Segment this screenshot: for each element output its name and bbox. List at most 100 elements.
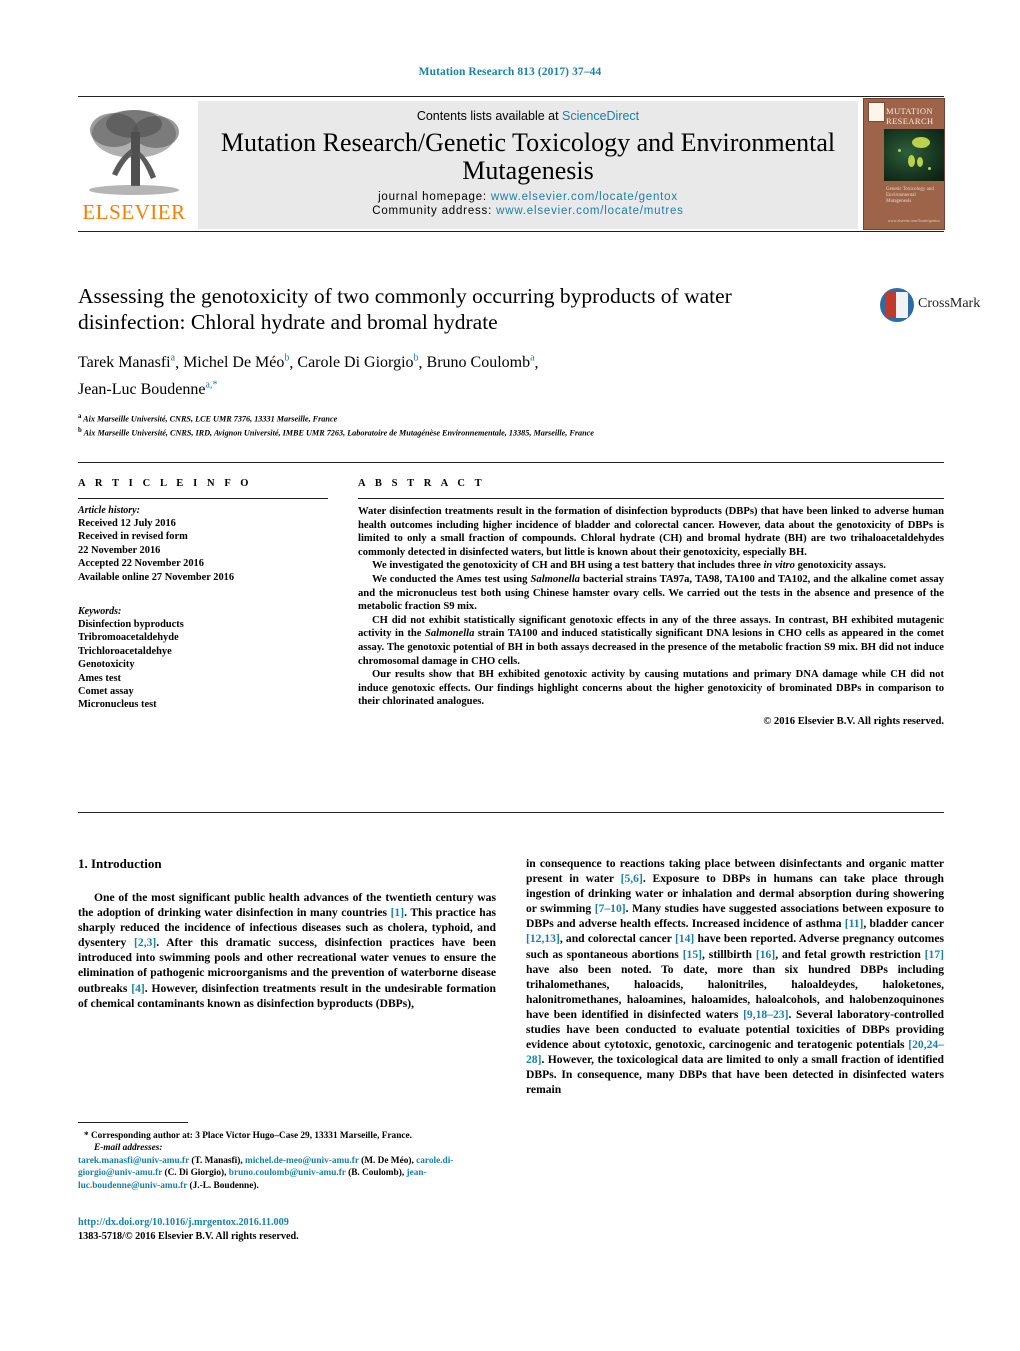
email-link[interactable]: bruno.coulomb@univ-amu.fr	[229, 1168, 346, 1178]
author-affil-marker: b	[284, 353, 290, 364]
author-affil-marker: a	[530, 353, 535, 364]
abstract-paragraph: CH did not exhibit statistically signifi…	[358, 614, 945, 667]
history-item: Accepted 22 November 2016	[78, 558, 204, 570]
crossmark-label: CrossMark	[918, 296, 981, 311]
keyword-item: Disinfection byproducts	[78, 619, 184, 631]
cover-publisher-mark	[868, 102, 885, 122]
article-info-rule	[78, 498, 328, 499]
email-list: tarek.manasfi@univ-amu.fr (T. Manasfi), …	[78, 1155, 454, 1191]
footnote-block: * Corresponding author at: 3 Place Victo…	[78, 1130, 508, 1192]
abstract-paragraph: Water disinfection treatments result in …	[358, 506, 944, 558]
author-name: Jean-Luc Boudenne	[78, 380, 206, 398]
paper-page: Mutation Research 813 (2017) 37–44 ELSEV…	[0, 0, 1020, 1351]
email-person: (T. Manasfi)	[191, 1155, 241, 1166]
author-item: Jean-Luc Boudennea,*	[78, 379, 218, 398]
author-name: Bruno Coulomb	[426, 354, 531, 372]
journal-band: Contents lists available at ScienceDirec…	[198, 101, 858, 229]
affiliation-a: a Aix Marseille Université, CNRS, LCE UM…	[78, 411, 868, 425]
corresponding-author-marker: a,*	[205, 379, 218, 391]
sciencedirect-link[interactable]: ScienceDirect	[562, 109, 639, 123]
copyright-line: © 2016 Elsevier B.V. All rights reserved…	[763, 715, 944, 727]
community-label: Community address:	[372, 205, 497, 217]
page-title: Assessing the genotoxicity of two common…	[78, 284, 732, 334]
issn-copyright-line: 1383-5718/© 2016 Elsevier B.V. All right…	[78, 1231, 299, 1242]
author-item: Carole Di Giorgiob	[297, 353, 419, 372]
doi-link[interactable]: http://dx.doi.org/10.1016/j.mrgentox.201…	[78, 1216, 508, 1230]
keyword-item: Comet assay	[78, 686, 134, 698]
author-name: Tarek Manasfi	[78, 354, 171, 372]
crossmark-badge[interactable]: CrossMark	[880, 286, 980, 334]
affiliation-marker: b	[78, 427, 82, 435]
corresponding-author-note: * Corresponding author at: 3 Place Victo…	[84, 1131, 412, 1141]
keywords-label: Keywords:	[78, 606, 122, 618]
abstract-paragraph: We investigated the genotoxicity of CH a…	[372, 560, 886, 572]
elsevier-tree-icon	[89, 110, 179, 195]
keywords-block: Keywords: Disinfection byproducts Tribro…	[78, 606, 328, 712]
homepage-url[interactable]: www.elsevier.com/locate/gentox	[491, 191, 678, 203]
crossmark-icon	[880, 288, 914, 322]
author-affil-marker: b	[413, 353, 419, 364]
keyword-item: Tribromoacetaldehyde	[78, 632, 179, 644]
email-addresses-label: E-mail addresses:	[94, 1143, 163, 1154]
elsevier-wordmark: ELSEVIER	[82, 200, 186, 224]
abstract-paragraph: Our results show that BH exhibited genot…	[358, 669, 944, 708]
doi-block: http://dx.doi.org/10.1016/j.mrgentox.201…	[78, 1216, 508, 1244]
author-item: Tarek Manasfia	[78, 353, 176, 372]
footnote-rule	[78, 1122, 188, 1123]
author-item: Bruno Coulomba	[426, 353, 535, 372]
author-affil-marker: a	[170, 353, 176, 364]
author-item: Michel De Méob	[183, 353, 290, 372]
history-item: Available online 27 November 2016	[78, 571, 235, 583]
contents-prefix: Contents lists available at	[416, 109, 563, 123]
history-item: Received in revised form	[78, 531, 188, 543]
author-list: Tarek Manasfia, Michel De Méob, Carole D…	[78, 353, 539, 398]
homepage-label: journal homepage:	[378, 191, 491, 203]
journal-homepage-line: journal homepage: www.elsevier.com/locat…	[198, 185, 858, 203]
elsevier-logo: ELSEVIER	[78, 100, 190, 230]
running-head: Mutation Research 813 (2017) 37–44	[418, 66, 602, 78]
body-column-right: in consequence to reactions taking place…	[526, 856, 944, 1098]
abstract-bottom-rule	[78, 812, 944, 813]
journal-masthead: ELSEVIER Contents lists available at Sci…	[78, 96, 945, 232]
email-link[interactable]: michel.de-meo@univ-amu.fr	[245, 1156, 359, 1166]
keyword-item: Micronucleus test	[78, 699, 157, 711]
cover-footer: www.elsevier.com/locate/gentox	[887, 218, 941, 223]
keyword-item: Ames test	[78, 672, 121, 684]
contents-available-line: Contents lists available at ScienceDirec…	[198, 101, 858, 123]
abstract-heading: A B S T R A C T	[358, 478, 486, 489]
history-item: 22 November 2016	[78, 544, 161, 556]
affiliation-text: Aix Marseille Université, CNRS, LCE UMR …	[83, 414, 338, 424]
abstract-top-rule	[78, 462, 944, 463]
article-info-column: A R T I C L E I N F O Article history: R…	[78, 478, 328, 712]
intro-paragraph-right: in consequence to reactions taking place…	[526, 857, 944, 1097]
email-person: (M. De Méo)	[361, 1155, 412, 1166]
abstract-paragraph: We conducted the Ames test using Salmone…	[358, 573, 944, 613]
journal-title: Mutation Research/Genetic Toxicology and…	[220, 128, 836, 185]
title-block: Assessing the genotoxicity of two common…	[78, 283, 868, 439]
article-history-label: Article history:	[78, 505, 140, 516]
community-address-line: Community address: www.elsevier.com/loca…	[198, 203, 858, 217]
email-person: (J.-L. Boudenne)	[189, 1180, 257, 1191]
abstract-rule	[358, 498, 944, 499]
journal-cover-thumbnail: MUTATION RESEARCH Genetic Toxicology and…	[863, 98, 945, 230]
keyword-item: Trichloroacetaldehye	[78, 645, 172, 657]
cover-cell-image	[884, 129, 944, 181]
cover-title: MUTATION RESEARCH	[886, 106, 934, 126]
affiliation-marker: a	[78, 412, 82, 420]
abstract-column: A B S T R A C T Water disinfection treat…	[358, 478, 944, 727]
author-name: Carole Di Giorgio	[297, 354, 414, 372]
email-person: (C. Di Giorgio)	[164, 1168, 225, 1179]
email-link[interactable]: tarek.manasfi@univ-amu.fr	[78, 1156, 189, 1166]
community-url[interactable]: www.elsevier.com/locate/mutres	[496, 205, 684, 217]
email-person: (B. Coulomb)	[348, 1168, 402, 1179]
keyword-item: Genotoxicity	[78, 659, 135, 671]
article-info-heading: A R T I C L E I N F O	[78, 478, 253, 489]
body-column-left: 1. Introduction One of the most signific…	[78, 856, 496, 1011]
section-heading-introduction: 1. Introduction	[78, 856, 162, 871]
affiliation-b: b Aix Marseille Université, CNRS, IRD, A…	[78, 425, 868, 439]
cover-subtitle: Genetic Toxicology and Environmental Mut…	[886, 187, 934, 204]
affiliation-text: Aix Marseille Université, CNRS, IRD, Avi…	[83, 429, 594, 439]
history-item: Received 12 July 2016	[78, 518, 176, 529]
author-name: Michel De Méo	[183, 354, 285, 372]
intro-paragraph-left: One of the most significant public healt…	[78, 891, 497, 1010]
